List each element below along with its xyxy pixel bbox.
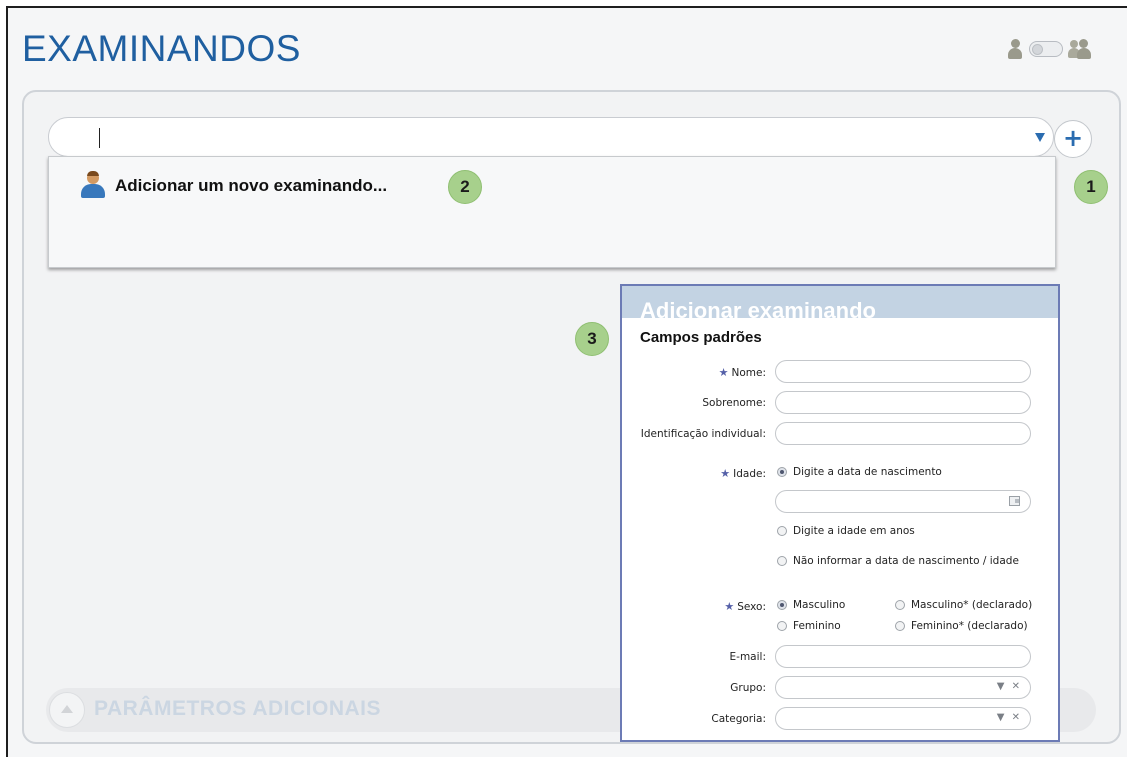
add-new-examinee-option[interactable]: Adicionar um novo examinando... [115,176,387,196]
chevron-up-icon [61,705,73,713]
additional-params-label: PARÂMETROS ADICIONAIS [94,697,382,720]
categoria-select-controls[interactable]: ▼ ✕ [997,712,1022,723]
grupo-label: Grupo: [730,682,766,694]
sexo-option-masculino: Masculino [793,599,846,611]
callout-badge-1: 1 [1074,170,1108,204]
sexo-radio-feminino-declarado[interactable] [895,621,905,631]
birthdate-input[interactable] [775,490,1031,513]
dropdown-arrow-icon[interactable] [1035,133,1045,142]
idade-option-none: Não informar a data de nascimento / idad… [793,555,1019,567]
person-icon[interactable] [1006,37,1024,61]
grupo-select-controls[interactable]: ▼ ✕ [997,681,1022,692]
page-title: EXAMINANDOS [22,28,301,69]
calendar-icon[interactable] [1009,496,1020,506]
categoria-select[interactable]: ▼ ✕ [775,707,1031,730]
person-add-icon [80,171,106,199]
callout-badge-3: 3 [575,322,609,356]
sexo-option-feminino: Feminino [793,620,841,632]
add-examinee-dialog: Adicionar examinando Campos padrões ★ Nom… [620,284,1060,742]
identificacao-input[interactable] [775,422,1031,445]
dialog-header: Adicionar examinando [622,286,1058,318]
idade-option-birthdate: Digite a data de nascimento [793,466,942,478]
categoria-label: Categoria: [711,713,766,725]
grupo-select[interactable]: ▼ ✕ [775,676,1031,699]
sexo-radio-feminino[interactable] [777,621,787,631]
toggle-knob [1032,44,1043,55]
add-examinee-button[interactable]: + [1054,120,1092,158]
suggestions-dropdown [48,156,1056,268]
section-title: Campos padrões [640,329,762,346]
sexo-option-masculino-declarado: Masculino* (declarado) [911,599,1033,611]
dialog-title: Adicionar examinando [640,298,876,318]
sexo-radio-masculino[interactable] [777,600,787,610]
examinee-search-input[interactable] [48,117,1054,157]
required-star-icon: ★ [720,467,731,480]
idade-label: ★ Idade: [720,467,766,480]
nome-input[interactable] [775,360,1031,383]
required-star-icon: ★ [724,600,735,613]
sexo-label: ★ Sexo: [724,600,766,613]
identificacao-label: Identificação individual: [640,428,766,440]
top-icons [1006,36,1092,62]
idade-radio-none[interactable] [777,556,787,566]
group-icon[interactable] [1068,37,1092,61]
nome-label: ★ Nome: [718,366,766,379]
idade-option-years: Digite a idade em anos [793,525,915,537]
email-input[interactable] [775,645,1031,668]
sexo-radio-masculino-declarado[interactable] [895,600,905,610]
mode-toggle[interactable] [1029,41,1063,57]
sobrenome-input[interactable] [775,391,1031,414]
sobrenome-label: Sobrenome: [702,397,766,409]
idade-radio-years[interactable] [777,526,787,536]
required-star-icon: ★ [718,366,729,379]
idade-radio-birthdate[interactable] [777,467,787,477]
text-caret [99,128,100,148]
email-label: E-mail: [729,651,766,663]
sexo-option-feminino-declarado: Feminino* (declarado) [911,620,1028,632]
callout-badge-2: 2 [448,170,482,204]
